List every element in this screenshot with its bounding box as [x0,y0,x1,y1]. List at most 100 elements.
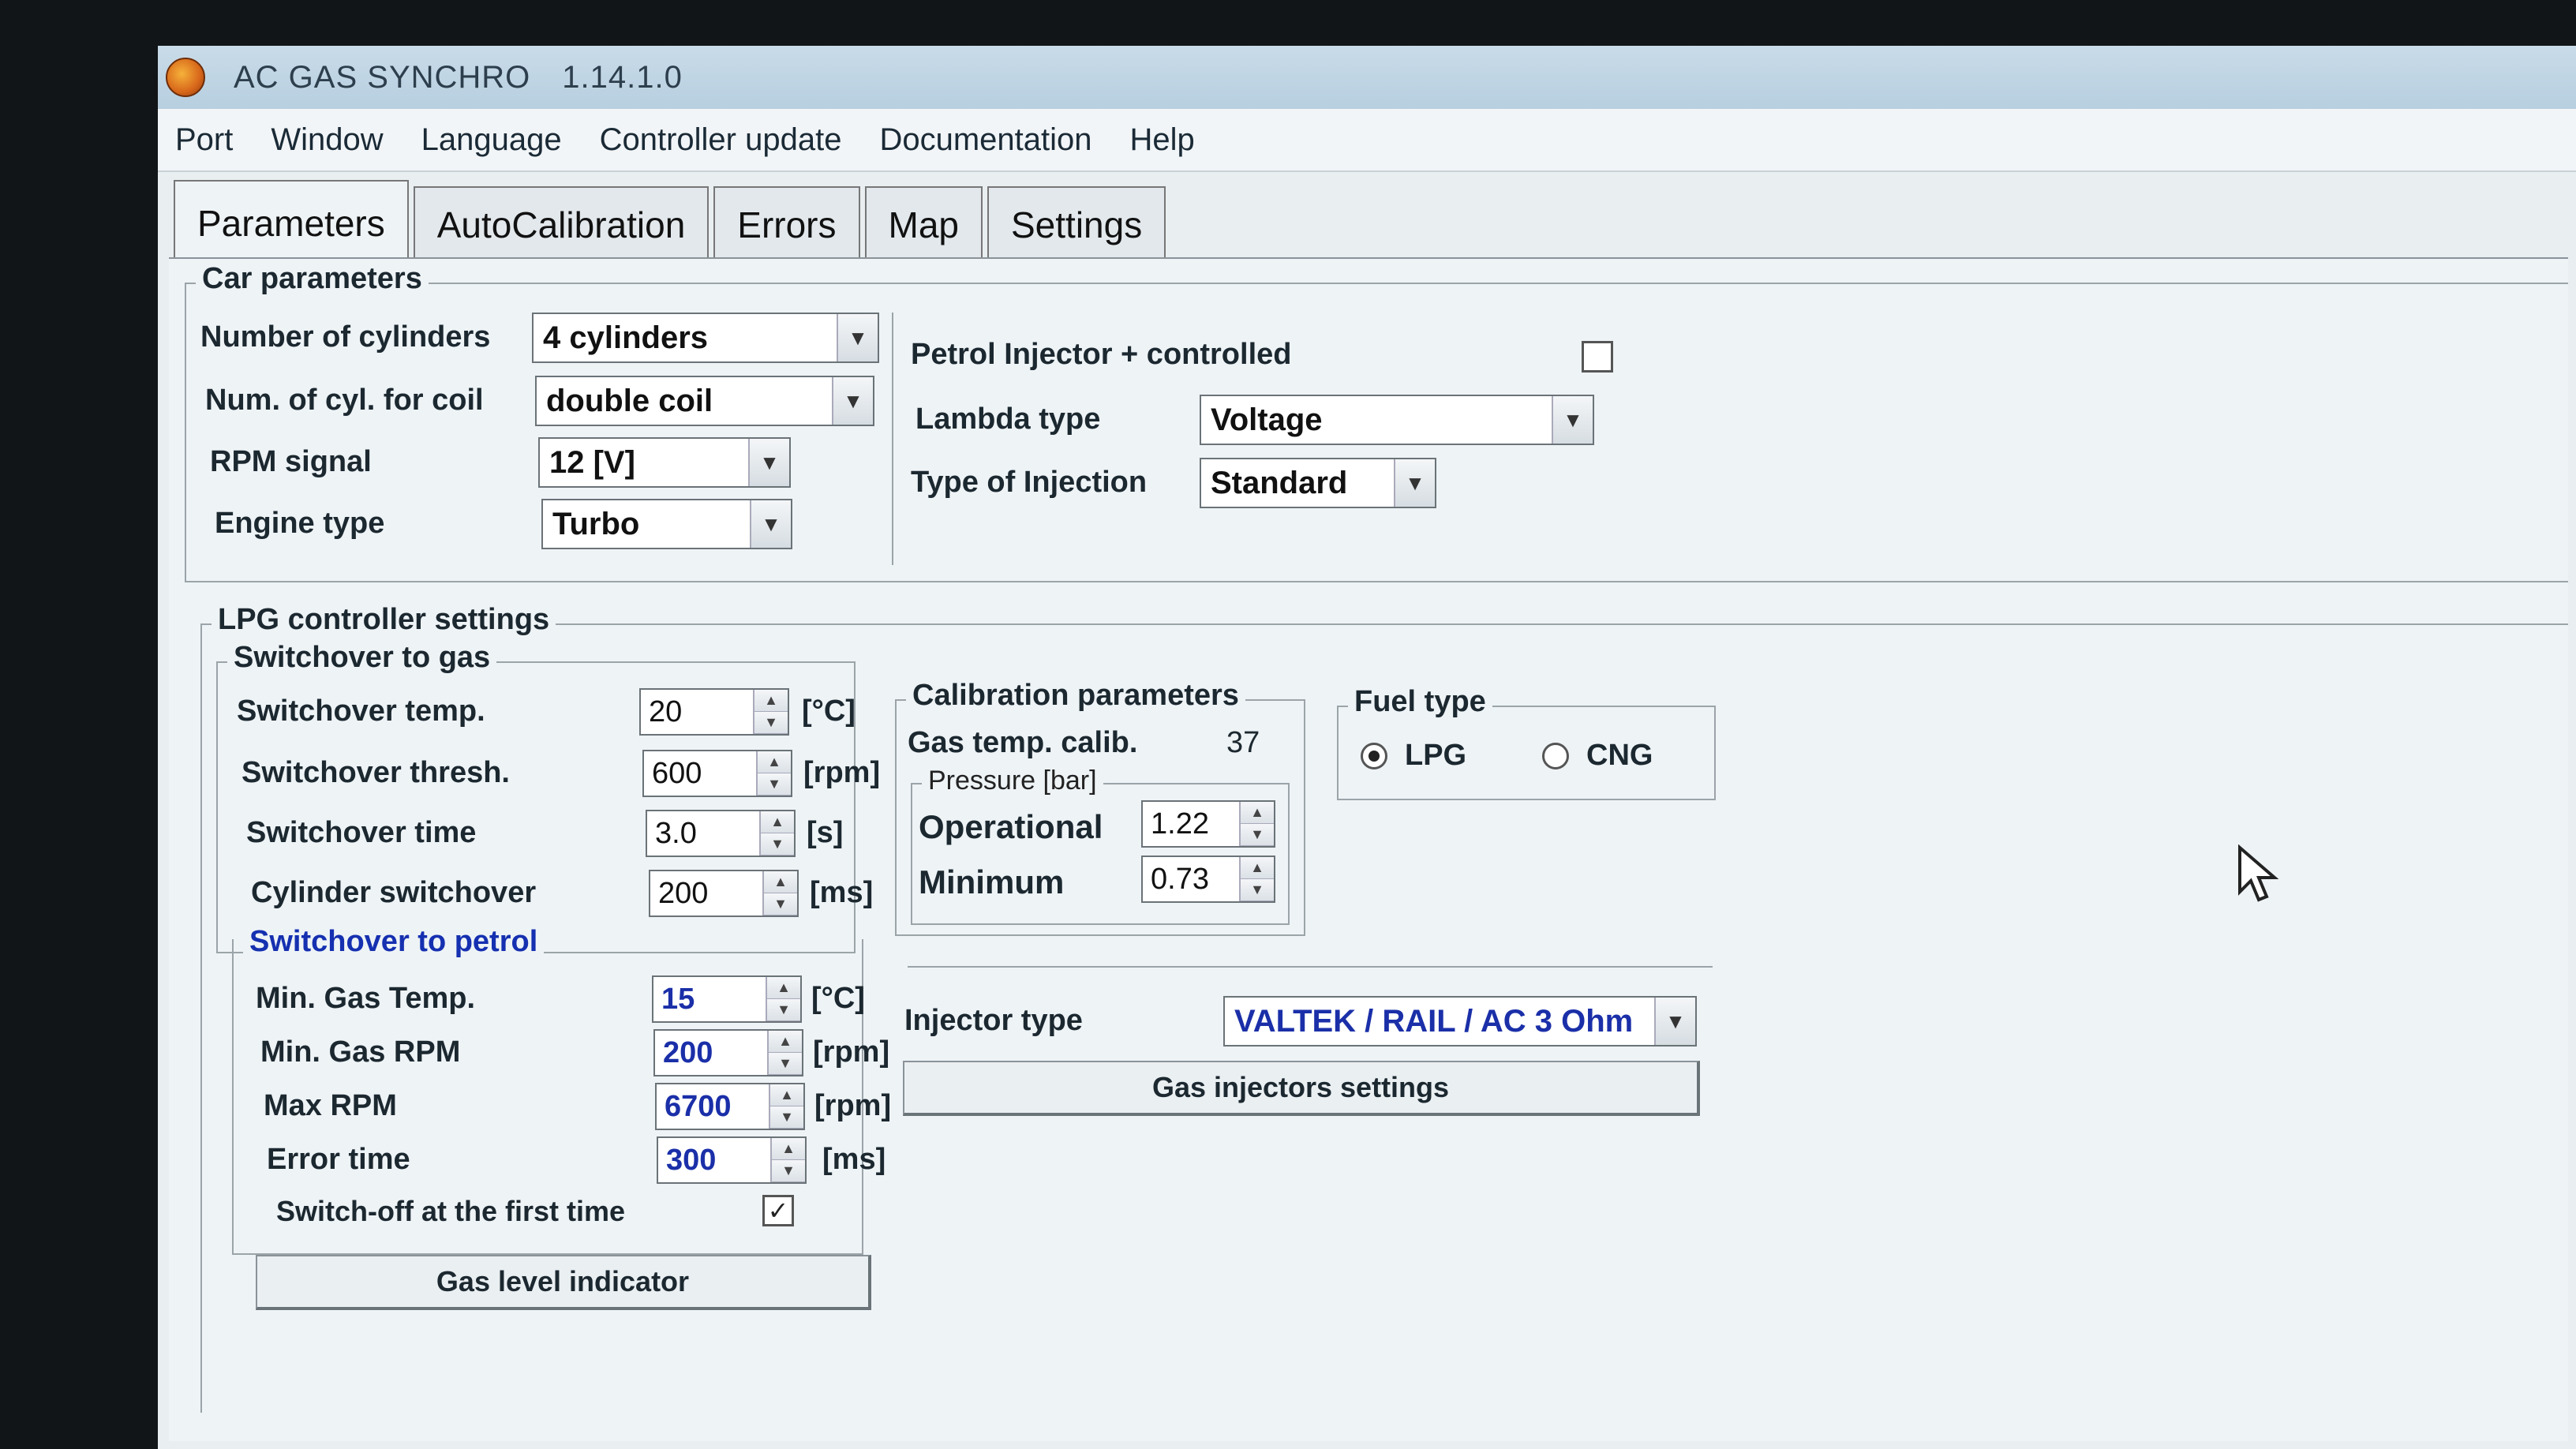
chevron-down-icon[interactable]: ▼ [1394,459,1435,507]
spin-arrows[interactable]: ▲ ▼ [753,690,788,734]
spin-up-icon[interactable]: ▲ [1241,802,1274,824]
petrol-injector-checkbox[interactable] [1582,341,1613,373]
radio-unselected-icon[interactable] [1542,742,1569,769]
spin-up-icon[interactable]: ▲ [1241,857,1274,879]
injector-type-value: VALTEK / RAIL / AC 3 Ohm [1234,1003,1634,1039]
max-rpm-input[interactable]: 6700 ▲ ▼ [655,1083,805,1130]
spin-down-icon[interactable]: ▼ [772,1160,805,1182]
switchover-thresh-value: 600 [652,756,702,790]
tab-map[interactable]: Map [864,186,983,259]
chevron-down-icon[interactable]: ▼ [1552,396,1593,444]
car-params-divider [892,313,893,565]
chevron-down-icon[interactable]: ▼ [1654,998,1695,1045]
app-window: AC GAS SYNCHRO 1.14.1.0 Port Window Lang… [158,46,2576,1449]
spin-arrows[interactable]: ▲ ▼ [767,1031,802,1075]
injection-type-label: Type of Injection [911,466,1148,499]
title-bar: AC GAS SYNCHRO 1.14.1.0 [158,46,2576,109]
spin-up-icon[interactable]: ▲ [764,871,797,893]
min-gas-rpm-input[interactable]: 200 ▲ ▼ [653,1029,803,1076]
injector-type-select[interactable]: VALTEK / RAIL / AC 3 Ohm ▼ [1223,996,1697,1046]
tab-settings[interactable]: Settings [987,186,1166,259]
spin-up-icon[interactable]: ▲ [767,977,800,999]
tab-parameters[interactable]: Parameters [174,180,409,259]
spin-up-icon[interactable]: ▲ [754,690,788,712]
switchover-temp-label: Switchover temp. [237,695,485,728]
cyl-for-coil-value: double coil [546,383,713,418]
spin-down-icon[interactable]: ▼ [1241,824,1274,846]
gas-level-indicator-button[interactable]: Gas level indicator [256,1255,871,1310]
spin-down-icon[interactable]: ▼ [769,1053,802,1075]
spin-up-icon[interactable]: ▲ [761,811,794,833]
radio-selected-icon[interactable] [1361,742,1387,769]
minimum-value: 0.73 [1151,862,1209,896]
spin-down-icon[interactable]: ▼ [767,999,800,1021]
error-time-label: Error time [267,1143,410,1176]
switchover-temp-input[interactable]: 20 ▲ ▼ [639,688,789,736]
menu-bar: Port Window Language Controller update D… [158,109,2576,172]
min-gas-rpm-unit: [rpm] [813,1035,890,1069]
menu-controller-update[interactable]: Controller update [600,122,842,158]
max-rpm-unit: [rpm] [814,1089,892,1122]
spin-arrows[interactable]: ▲ ▼ [1239,857,1274,901]
lambda-type-select[interactable]: Voltage ▼ [1200,395,1594,445]
engine-type-select[interactable]: Turbo ▼ [541,499,792,549]
spin-arrows[interactable]: ▲ ▼ [770,1138,805,1182]
num-cylinders-select[interactable]: 4 cylinders ▼ [532,313,879,363]
min-gas-temp-input[interactable]: 15 ▲ ▼ [652,975,802,1023]
chevron-down-icon[interactable]: ▼ [750,500,791,548]
chevron-down-icon[interactable]: ▼ [748,439,789,486]
window-title: AC GAS SYNCHRO [234,59,531,95]
monitor-bezel-left [0,0,158,1449]
tab-autocalibration[interactable]: AutoCalibration [413,186,710,259]
spin-down-icon[interactable]: ▼ [758,773,791,796]
menu-port[interactable]: Port [175,122,233,158]
operational-input[interactable]: 1.22 ▲ ▼ [1141,800,1275,848]
injection-type-select[interactable]: Standard ▼ [1200,458,1436,508]
spin-down-icon[interactable]: ▼ [1241,879,1274,901]
min-gas-rpm-value: 200 [663,1035,713,1069]
tab-strip: Parameters AutoCalibration Errors Map Se… [174,180,1170,259]
lambda-type-value: Voltage [1211,402,1323,437]
mouse-cursor-icon [2238,844,2279,902]
switchover-thresh-input[interactable]: 600 ▲ ▼ [642,750,792,797]
monitor-bezel-top [0,0,2576,47]
spin-up-icon[interactable]: ▲ [772,1138,805,1160]
spin-arrows[interactable]: ▲ ▼ [769,1084,803,1129]
tab-errors[interactable]: Errors [713,186,860,259]
operational-value: 1.22 [1151,807,1209,841]
spin-down-icon[interactable]: ▼ [754,712,788,734]
menu-documentation[interactable]: Documentation [879,122,1091,158]
calibration-legend: Calibration parameters [906,679,1245,713]
gas-injectors-settings-button[interactable]: Gas injectors settings [903,1061,1700,1116]
spin-down-icon[interactable]: ▼ [770,1106,803,1129]
menu-window[interactable]: Window [271,122,383,158]
spin-arrows[interactable]: ▲ ▼ [756,751,791,796]
error-time-input[interactable]: 300 ▲ ▼ [657,1136,807,1184]
cylinder-switchover-input[interactable]: 200 ▲ ▼ [649,870,799,917]
menu-language[interactable]: Language [421,122,562,158]
spin-arrows[interactable]: ▲ ▼ [1239,802,1274,846]
fuel-lpg-radio[interactable]: LPG [1361,739,1466,773]
fuel-cng-radio[interactable]: CNG [1542,739,1653,773]
spin-arrows[interactable]: ▲ ▼ [759,811,794,856]
spin-arrows[interactable]: ▲ ▼ [762,871,797,915]
cyl-for-coil-label: Num. of cyl. for coil [205,384,484,417]
lambda-type-label: Lambda type [915,402,1101,436]
switch-off-first-checkbox[interactable]: ✓ [762,1195,794,1226]
rpm-signal-select[interactable]: 12 [V] ▼ [538,437,791,488]
pressure-legend: Pressure [bar] [922,766,1103,796]
chevron-down-icon[interactable]: ▼ [832,377,873,425]
spin-down-icon[interactable]: ▼ [761,833,794,856]
spin-up-icon[interactable]: ▲ [770,1084,803,1106]
switchover-time-input[interactable]: 3.0 ▲ ▼ [646,810,796,857]
menu-help[interactable]: Help [1130,122,1195,158]
minimum-input[interactable]: 0.73 ▲ ▼ [1141,856,1275,903]
min-gas-rpm-label: Min. Gas RPM [260,1035,461,1069]
spin-arrows[interactable]: ▲ ▼ [766,977,800,1021]
spin-up-icon[interactable]: ▲ [769,1031,802,1053]
spin-down-icon[interactable]: ▼ [764,893,797,915]
chevron-down-icon[interactable]: ▼ [837,314,878,361]
spin-up-icon[interactable]: ▲ [758,751,791,773]
gas-temp-calib-label: Gas temp. calib. [908,726,1138,759]
cyl-for-coil-select[interactable]: double coil ▼ [535,376,874,426]
